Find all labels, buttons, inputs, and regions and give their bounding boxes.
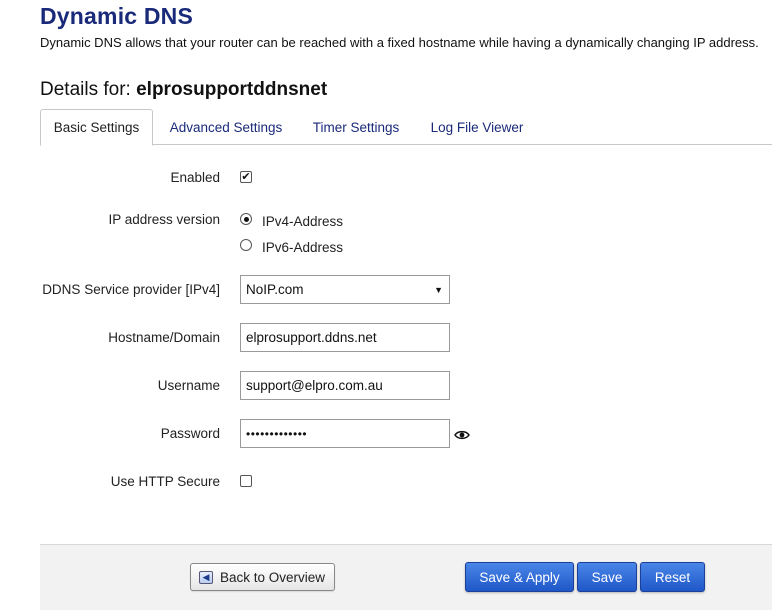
dropdown-arrow-icon: ▼ (434, 285, 443, 295)
save-apply-button[interactable]: Save & Apply (465, 562, 574, 592)
back-button-label: Back to Overview (220, 569, 326, 585)
reset-button[interactable]: Reset (640, 562, 705, 592)
page-title: Dynamic DNS (40, 3, 194, 29)
tab-bar: Basic Settings Advanced Settings Timer S… (40, 109, 772, 146)
details-heading: Details for: elprosupportddnsnet (40, 79, 327, 101)
page-description: Dynamic DNS allows that your router can … (40, 35, 759, 50)
details-label: Details for: (40, 79, 137, 100)
hostname-label: Hostname/Domain (108, 330, 220, 345)
action-footer: ◀ Back to Overview Save & Apply Save Res… (40, 544, 772, 610)
provider-select[interactable]: NoIP.com ▼ (240, 275, 450, 304)
https-checkbox[interactable] (240, 475, 252, 487)
tab-advanced-settings[interactable]: Advanced Settings (162, 109, 290, 145)
details-name: elprosupportddnsnet (136, 79, 328, 100)
checkmark-icon: ✔ (241, 170, 251, 183)
tab-timer-settings[interactable]: Timer Settings (304, 109, 408, 145)
back-to-overview-button[interactable]: ◀ Back to Overview (190, 563, 335, 591)
ipv6-radio[interactable] (240, 239, 252, 251)
hostname-input[interactable]: elprosupport.ddns.net (240, 323, 450, 352)
enabled-label: Enabled (170, 170, 220, 185)
ipv6-radio-label[interactable]: IPv6-Address (262, 240, 343, 255)
password-input[interactable]: ••••••••••••• (240, 419, 450, 448)
enabled-checkbox[interactable]: ✔ (240, 171, 252, 183)
ipv4-radio-label[interactable]: IPv4-Address (262, 214, 343, 229)
provider-label: DDNS Service provider [IPv4] (42, 282, 220, 297)
tab-basic-settings[interactable]: Basic Settings (40, 109, 153, 146)
username-label: Username (157, 378, 220, 393)
provider-select-value: NoIP.com (246, 282, 304, 297)
username-input[interactable]: support@elpro.com.au (240, 371, 450, 400)
save-button[interactable]: Save (577, 562, 637, 592)
eye-icon[interactable] (454, 429, 470, 441)
ip-version-label: IP address version (108, 212, 220, 227)
ipv4-radio[interactable] (240, 213, 252, 225)
tab-log-file-viewer[interactable]: Log File Viewer (422, 109, 532, 145)
password-label: Password (160, 426, 220, 441)
back-arrow-icon: ◀ (199, 570, 213, 584)
password-value: ••••••••••••• (246, 426, 308, 441)
https-label: Use HTTP Secure (110, 474, 220, 489)
